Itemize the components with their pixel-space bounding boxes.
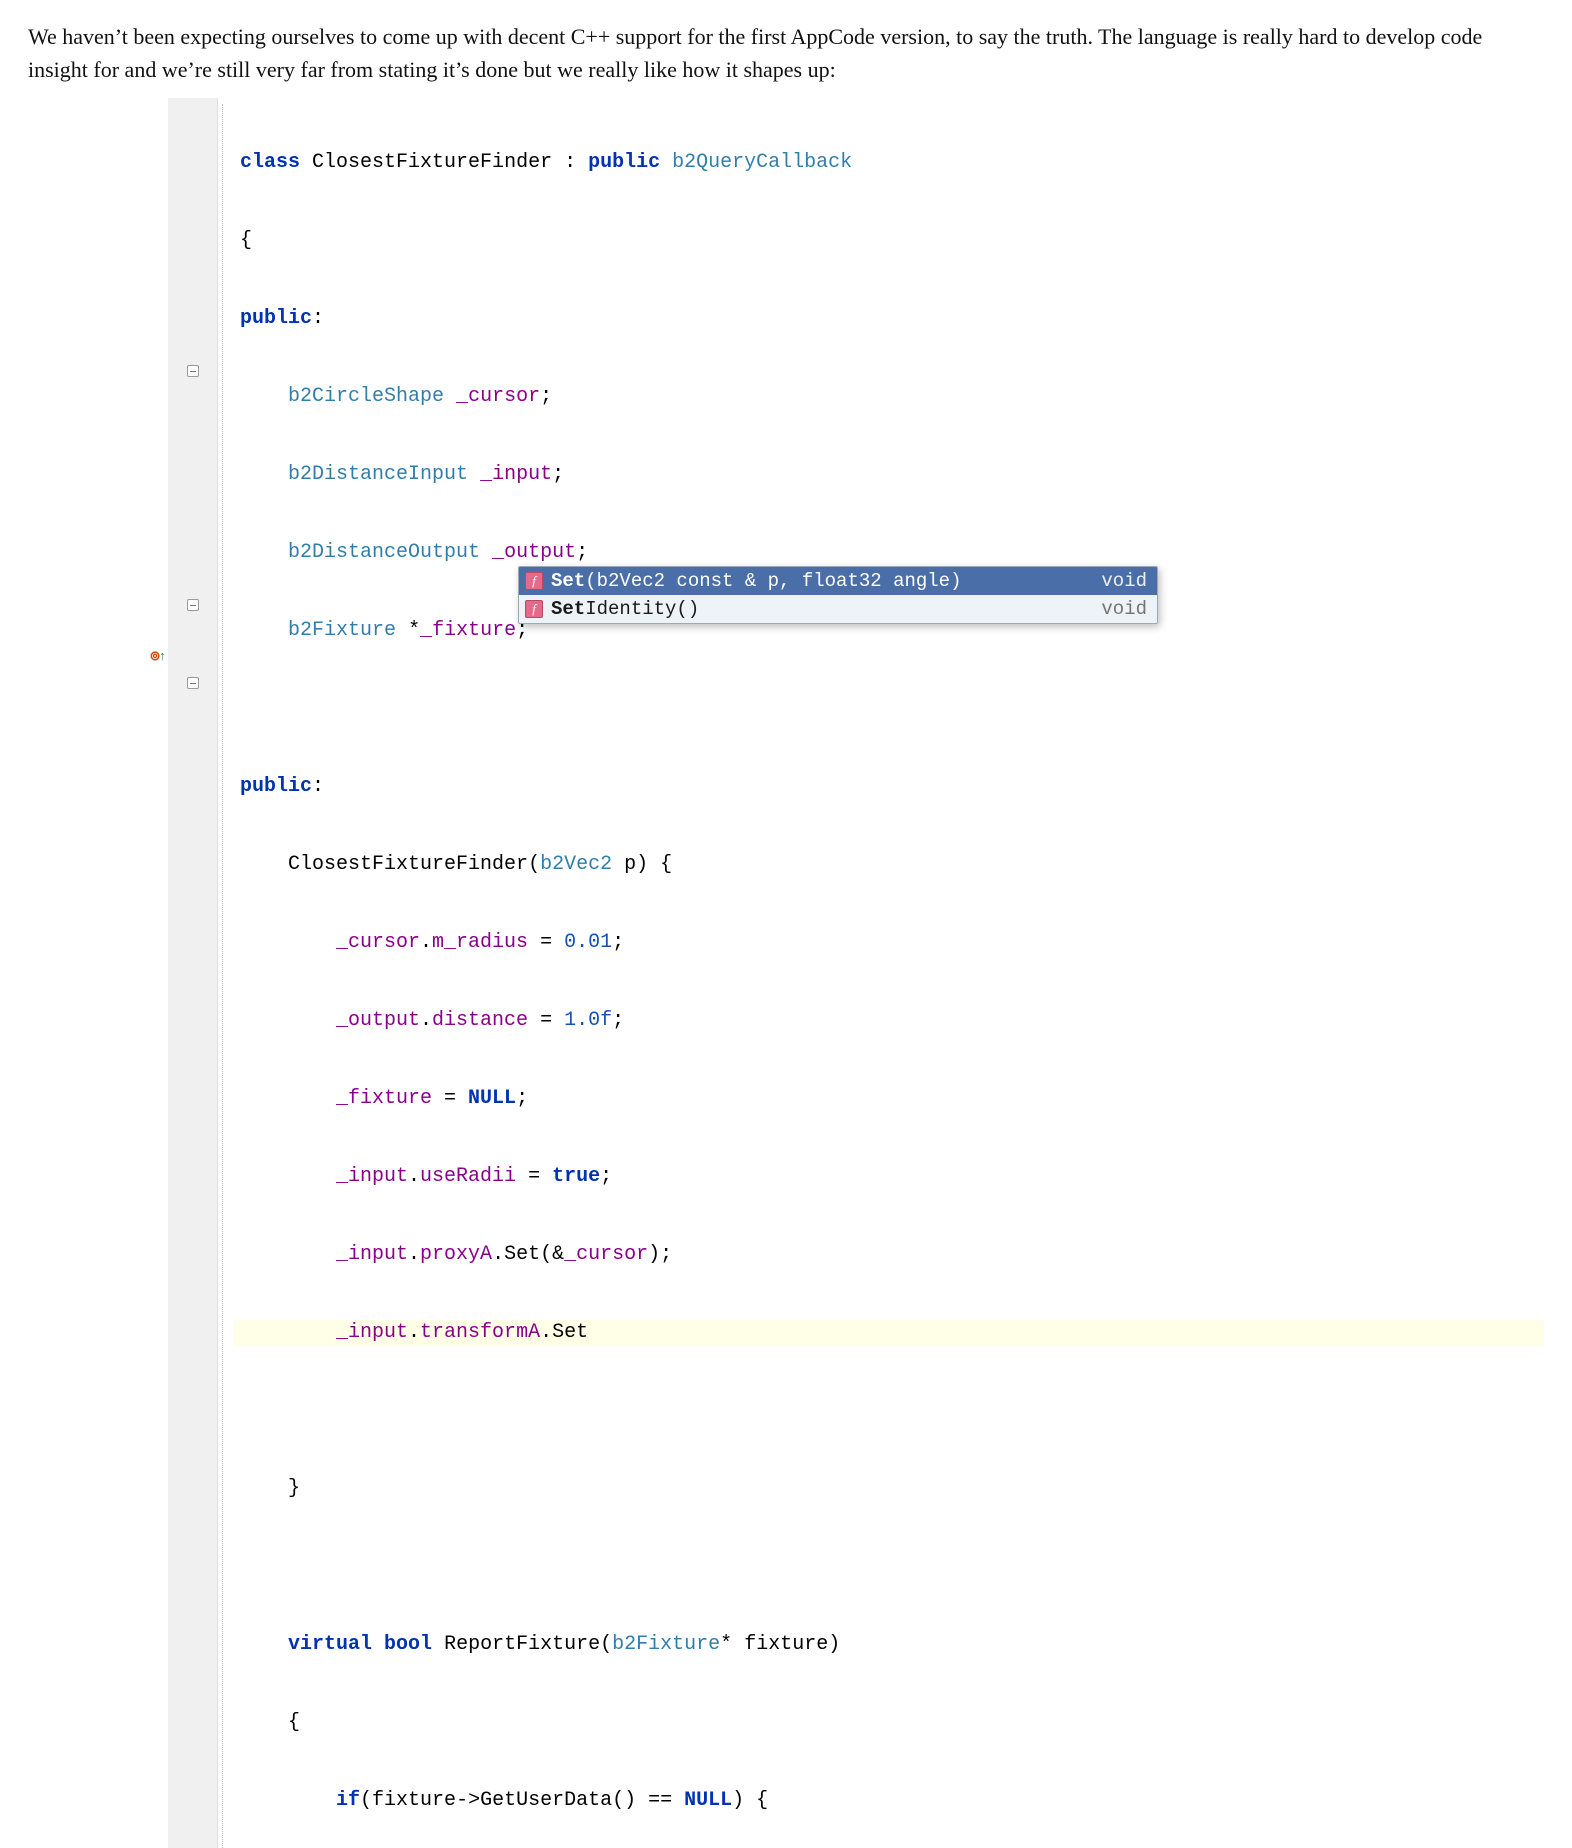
code-line: if(fixture->GetUserData() == NULL) {	[234, 1788, 1544, 1814]
function-icon: f	[525, 600, 543, 618]
code-line: ClosestFixtureFinder(b2Vec2 p) {	[234, 852, 1544, 878]
code-editor: ⊚↑ class ClosestFixtureFinder : public b…	[168, 98, 1544, 1848]
fold-toggle-icon[interactable]	[168, 358, 217, 384]
code-line: b2CircleShape _cursor;	[234, 384, 1544, 410]
code-line-current: _input.transformA.Set	[234, 1320, 1544, 1346]
intro-paragraph: We haven’t been expecting ourselves to c…	[28, 20, 1544, 86]
code-line: b2DistanceInput _input;	[234, 462, 1544, 488]
code-line	[234, 696, 1544, 722]
code-line	[234, 1398, 1544, 1424]
code-line: public:	[234, 774, 1544, 800]
autocomplete-item-type: void	[1101, 598, 1147, 620]
fold-toggle-icon[interactable]	[168, 592, 217, 618]
code-line: b2DistanceOutput _output;	[234, 540, 1544, 566]
code-line: _input.useRadii = true;	[234, 1164, 1544, 1190]
fold-bar	[218, 98, 228, 1848]
fold-toggle-icon[interactable]	[168, 670, 217, 696]
code-line: _output.distance = 1.0f;	[234, 1008, 1544, 1034]
function-icon: f	[525, 572, 543, 590]
autocomplete-item-label: SetIdentity()	[551, 598, 1101, 620]
autocomplete-item-type: void	[1101, 570, 1147, 592]
autocomplete-popup[interactable]: f Set(b2Vec2 const & p, float32 angle) v…	[518, 566, 1158, 624]
autocomplete-item[interactable]: f Set(b2Vec2 const & p, float32 angle) v…	[519, 567, 1157, 595]
code-line: virtual bool ReportFixture(b2Fixture* fi…	[234, 1632, 1544, 1658]
code-line: _fixture = NULL;	[234, 1086, 1544, 1112]
gutter: ⊚↑	[168, 98, 218, 1848]
code-line: {	[234, 1710, 1544, 1736]
code-line: {	[234, 228, 1544, 254]
code-line: _input.proxyA.Set(&_cursor);	[234, 1242, 1544, 1268]
code-line	[234, 1554, 1544, 1580]
code-line: }	[234, 1476, 1544, 1502]
autocomplete-item[interactable]: f SetIdentity() void	[519, 595, 1157, 623]
code-line: class ClosestFixtureFinder : public b2Qu…	[234, 150, 1544, 176]
autocomplete-item-label: Set(b2Vec2 const & p, float32 angle)	[551, 570, 1101, 592]
override-icon[interactable]: ⊚↑	[148, 644, 168, 670]
code-line: _cursor.m_radius = 0.01;	[234, 930, 1544, 956]
code-area[interactable]: class ClosestFixtureFinder : public b2Qu…	[228, 98, 1544, 1848]
code-line: public:	[234, 306, 1544, 332]
